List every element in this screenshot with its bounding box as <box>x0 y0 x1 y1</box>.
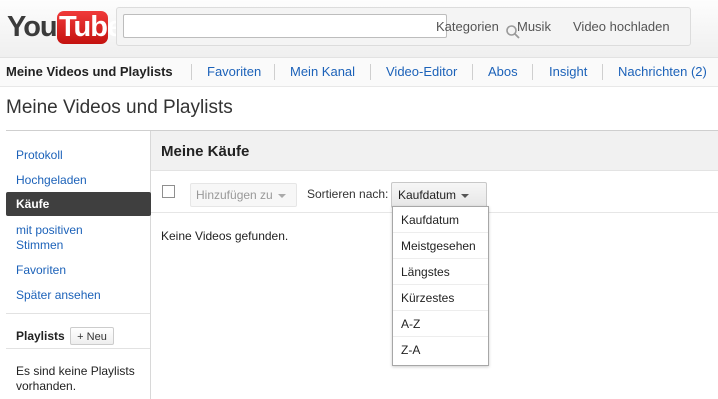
logo-tube: Tube <box>59 11 123 43</box>
kategorien-link[interactable]: Kategorien <box>436 19 499 34</box>
chevron-down-icon <box>277 193 286 198</box>
nav-divider <box>191 64 192 80</box>
no-videos-note: Keine Videos gefunden. <box>161 229 289 243</box>
sidebar: Protokoll Hochgeladen Käufe mit positive… <box>6 131 151 399</box>
nav-divider <box>274 64 275 80</box>
nav-divider <box>370 64 371 80</box>
nav-favoriten[interactable]: Favoriten <box>207 64 261 79</box>
nav-abos[interactable]: Abos <box>488 64 518 79</box>
nav-mein-kanal[interactable]: Mein Kanal <box>290 64 355 79</box>
chevron-down-icon <box>461 193 470 198</box>
select-all-checkbox[interactable] <box>162 185 175 198</box>
sidebar-item-protokoll[interactable]: Protokoll <box>6 148 151 163</box>
sidebar-divider <box>6 348 150 349</box>
page-title: Meine Videos und Playlists <box>6 97 233 118</box>
nav-divider <box>532 64 533 80</box>
sidebar-item-hochgeladen[interactable]: Hochgeladen <box>6 173 151 188</box>
no-playlists-note: Es sind keine Playlists vorhanden. <box>16 364 135 393</box>
nav-nachrichten[interactable]: Nachrichten (2) <box>618 64 707 79</box>
sort-dropdown-menu: Kaufdatum Meistgesehen Längstes Kürzeste… <box>392 206 489 366</box>
new-playlist-button[interactable]: + Neu <box>70 327 114 345</box>
sort-option-a-z[interactable]: A-Z <box>393 311 488 337</box>
sidebar-divider <box>6 313 150 314</box>
nav-insight[interactable]: Insight <box>549 64 587 79</box>
sort-option-kaufdatum[interactable]: Kaufdatum <box>393 207 488 233</box>
content-title: Meine Käufe <box>161 143 250 160</box>
masthead: You Tube Kategorien Musik Video hochlade… <box>0 0 718 58</box>
main-frame: Protokoll Hochgeladen Käufe mit positive… <box>6 130 718 399</box>
sort-dropdown-button[interactable]: Kaufdatum <box>391 182 487 208</box>
nav-meine-videos[interactable]: Meine Videos und Playlists <box>6 64 173 79</box>
nav-video-editor[interactable]: Video-Editor <box>386 64 457 79</box>
search-input[interactable] <box>123 14 447 38</box>
content-header: Meine Käufe <box>151 131 718 171</box>
video-upload-link[interactable]: Video hochladen <box>573 19 670 34</box>
sidebar-item-spaeter[interactable]: Später ansehen <box>6 288 151 303</box>
add-to-button: Hinzufügen zu <box>190 183 297 207</box>
sort-label: Sortieren nach: <box>307 187 389 201</box>
musik-link[interactable]: Musik <box>517 19 551 34</box>
sort-option-z-a[interactable]: Z-A <box>393 337 488 363</box>
sidebar-item-favoriten[interactable]: Favoriten <box>6 263 151 278</box>
sidebar-item-kaeufe[interactable]: Käufe <box>6 192 151 216</box>
sort-option-meistgesehen[interactable]: Meistgesehen <box>393 233 488 259</box>
nav-divider <box>472 64 473 80</box>
nav-divider <box>602 64 603 80</box>
sidebar-item-positive-votes[interactable]: mit positiven Stimmen <box>6 223 126 253</box>
sort-option-laengstes[interactable]: Längstes <box>393 259 488 285</box>
add-to-label: Hinzufügen zu <box>196 188 273 202</box>
sort-value: Kaufdatum <box>398 188 457 202</box>
sort-option-kuerzestes[interactable]: Kürzestes <box>393 285 488 311</box>
playlists-heading: Playlists <box>16 329 65 343</box>
logo-you: You <box>7 11 58 43</box>
top-nav: Meine Videos und Playlists Favoriten Mei… <box>0 58 718 87</box>
